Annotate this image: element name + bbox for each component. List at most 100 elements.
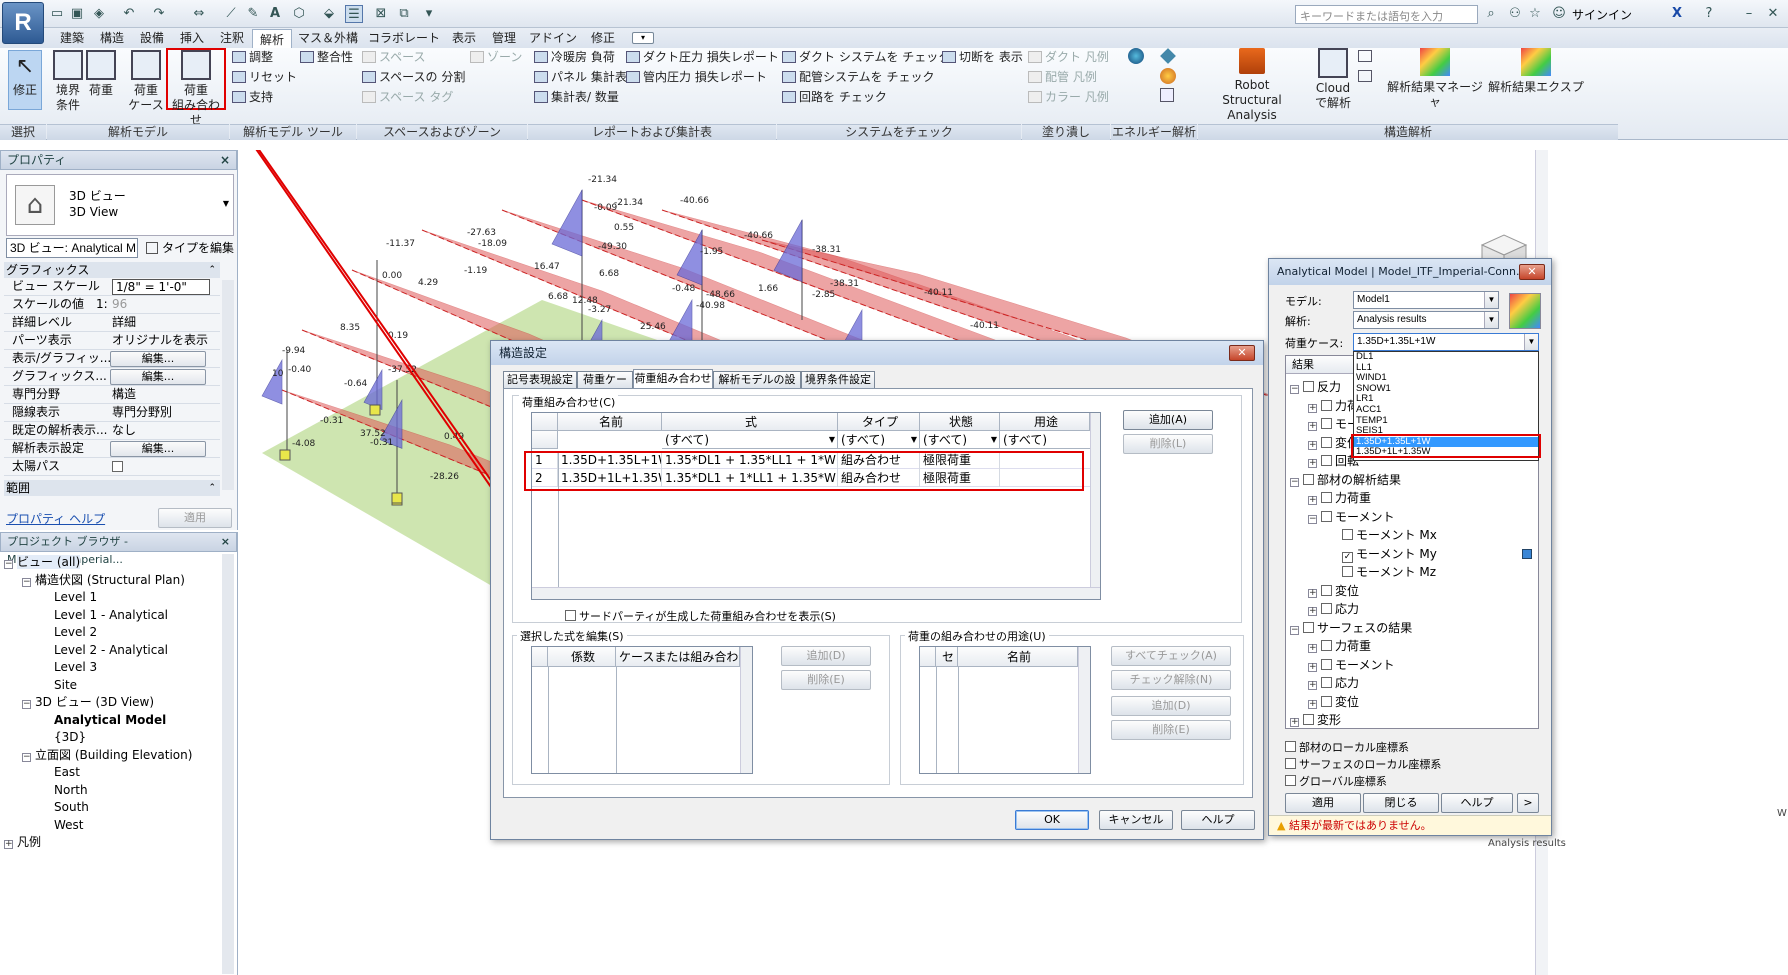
expand-icon[interactable]: + <box>1290 718 1299 727</box>
browser-item[interactable]: − 構造伏図 (Structural Plan) <box>4 572 220 590</box>
browser-item[interactable]: Level 2 <box>4 624 220 642</box>
section-graphics[interactable]: グラフィックス ⌃ <box>4 262 220 278</box>
space-tag-button[interactable]: スペース タグ <box>362 88 453 106</box>
redo-icon[interactable]: ↷ <box>150 5 168 23</box>
binoculars-icon[interactable]: ⌕ <box>1482 5 1500 23</box>
load-case-option[interactable]: DL1 <box>1354 351 1538 363</box>
type-selector[interactable]: ⌂ 3D ビュー 3D View ▼ <box>6 174 234 236</box>
results-export-button[interactable]: 解析結果エクスプ <box>1484 48 1588 95</box>
results-tree-item[interactable]: − 部材の解析結果 <box>1290 471 1538 490</box>
filter-formula[interactable]: (すべて) ▼ <box>662 431 838 449</box>
checkbox-icon[interactable] <box>1321 418 1332 429</box>
duct-legend-button[interactable]: ダクト 凡例 <box>1028 48 1109 66</box>
schedule-quantity-button[interactable]: 集計表/ 数量 <box>534 88 619 106</box>
save-icon[interactable]: ▣ <box>68 5 86 23</box>
tag-icon[interactable]: ✎ <box>244 5 262 23</box>
tab-symbolic-settings[interactable]: 記号表現設定 <box>503 371 577 389</box>
results-tree-item[interactable]: − サーフェスの結果 <box>1290 619 1538 638</box>
filter-state[interactable]: (すべて) ▼ <box>920 431 1000 449</box>
panel-analytical-model-tools[interactable]: 解析モデル ツール <box>230 124 356 140</box>
check-all-button[interactable]: すべてチェック(A) <box>1111 646 1231 666</box>
open-icon[interactable]: ▭ <box>48 5 66 23</box>
surface-local-coord-checkbox[interactable]: サーフェスのローカル座標系 <box>1285 756 1441 773</box>
zone-button[interactable]: ゾーン <box>470 48 522 66</box>
minimize-icon[interactable]: – <box>1740 5 1758 23</box>
check-duct-button[interactable]: ダクト システムを チェック <box>782 48 950 66</box>
help-button[interactable]: ヘルプ <box>1441 793 1513 813</box>
checkbox-icon[interactable] <box>1321 640 1332 651</box>
color-legend-button[interactable]: カラー 凡例 <box>1028 88 1109 106</box>
col-type[interactable]: タイプ <box>838 413 920 431</box>
checkbox-icon[interactable] <box>1303 473 1314 485</box>
energy-results-icon[interactable] <box>1160 88 1174 102</box>
col-select[interactable]: セ <box>936 647 958 667</box>
third-party-checkbox[interactable]: サードパーティが生成した荷重組み合わせを表示(S) <box>565 608 836 624</box>
expand-icon[interactable]: + <box>1308 644 1317 653</box>
combinations-hscroll[interactable] <box>532 587 1100 599</box>
edit-add-button[interactable]: 追加(D) <box>781 646 871 666</box>
switch-windows-icon[interactable]: ⧉ <box>395 5 413 23</box>
expand-icon[interactable]: + <box>1308 607 1317 616</box>
browser-item[interactable]: North <box>4 782 220 800</box>
ok-button[interactable]: OK <box>1015 810 1089 830</box>
pipe-pressure-button[interactable]: 管内圧力 損失レポート <box>626 68 767 86</box>
load-case-option[interactable]: LR1 <box>1354 394 1538 405</box>
expand-icon[interactable]: + <box>1308 422 1317 431</box>
property-value[interactable]: 1/8" = 1'-0" <box>112 279 210 295</box>
signin-button[interactable]: サインイン <box>1572 6 1632 23</box>
help-icon[interactable]: ? <box>1700 5 1718 23</box>
browser-item[interactable]: Level 1 - Analytical <box>4 607 220 625</box>
sync-icon[interactable]: ◈ <box>90 5 108 23</box>
close-icon[interactable]: × <box>220 151 230 169</box>
uncheck-button[interactable]: チェック解除(N) <box>1111 670 1231 690</box>
results-tree-item[interactable]: − モーメント <box>1290 508 1538 527</box>
browser-item[interactable]: South <box>4 799 220 817</box>
browser-item[interactable]: − ビュー (all) <box>4 554 220 572</box>
tab-structure[interactable]: 構造 <box>92 28 132 48</box>
delete-combination-button[interactable]: 削除(L) <box>1123 434 1213 454</box>
undo-icon[interactable]: ↶ <box>120 5 138 23</box>
browser-item[interactable]: East <box>4 764 220 782</box>
3d-view-icon[interactable]: ⬡ <box>290 5 308 23</box>
instance-selector[interactable]: 3D ビュー: Analytical M <box>6 238 138 258</box>
col-usage[interactable]: 用途 <box>1000 413 1090 431</box>
tab-annotate[interactable]: 注釈 <box>212 28 252 48</box>
collapse-icon[interactable]: − <box>22 700 31 709</box>
usage-vscroll[interactable] <box>1078 647 1090 773</box>
close-icon[interactable]: ✕ <box>1229 345 1255 361</box>
reset-button[interactable]: リセット <box>232 68 297 86</box>
load-case-option[interactable]: SNOW1 <box>1354 383 1538 395</box>
tab-massing[interactable]: マス＆外構 <box>292 28 364 48</box>
checkbox-icon[interactable] <box>1303 714 1314 725</box>
close-icon[interactable]: × <box>221 533 230 551</box>
show-disconnect-button[interactable]: 切断を 表示 <box>942 48 1023 66</box>
tab-insert[interactable]: 挿入 <box>172 28 212 48</box>
heating-load-button[interactable]: 冷暖房 負荷 <box>534 48 615 66</box>
browser-item[interactable]: Level 2 - Analytical <box>4 642 220 660</box>
collapse-icon[interactable]: − <box>1308 514 1317 524</box>
exchange-icon[interactable]: X <box>1668 5 1686 23</box>
expand-icon[interactable]: + <box>1308 699 1317 709</box>
analysis-select[interactable]: Analysis results ▼ <box>1353 311 1499 329</box>
results-tree-item[interactable]: + 変位 <box>1290 582 1538 601</box>
collapse-icon[interactable]: − <box>1290 625 1299 635</box>
tab-load-combinations[interactable]: 荷重組み合わせ <box>633 369 713 389</box>
apply-button[interactable]: 適用 <box>1285 793 1361 813</box>
energy-settings-icon[interactable] <box>1128 48 1144 64</box>
edit-delete-button[interactable]: 削除(E) <box>781 670 871 690</box>
tab-systems[interactable]: 設備 <box>132 28 172 48</box>
consistency-button[interactable]: 整合性 <box>300 48 353 66</box>
cloud-analysis-button[interactable]: Cloud で解析 <box>1312 48 1354 111</box>
expand-icon[interactable]: + <box>1308 681 1317 690</box>
check-pipe-button[interactable]: 配管システムを チェック <box>782 68 934 86</box>
loads-button[interactable]: 荷重 <box>86 50 116 98</box>
section-range[interactable]: 範囲 ⌃ <box>4 480 220 496</box>
tab-analyze[interactable]: 解析 <box>252 29 292 49</box>
checkbox-icon[interactable] <box>1321 603 1332 614</box>
panel-reports[interactable]: レポートおよび集計表 <box>528 124 776 140</box>
tab-view[interactable]: 表示 <box>444 28 484 48</box>
edit-vscroll[interactable] <box>740 647 752 773</box>
expand-icon[interactable]: + <box>1308 496 1317 505</box>
member-local-coord-checkbox[interactable]: 部材のローカル座標系 <box>1285 739 1441 756</box>
checkbox-icon[interactable] <box>1342 566 1353 577</box>
